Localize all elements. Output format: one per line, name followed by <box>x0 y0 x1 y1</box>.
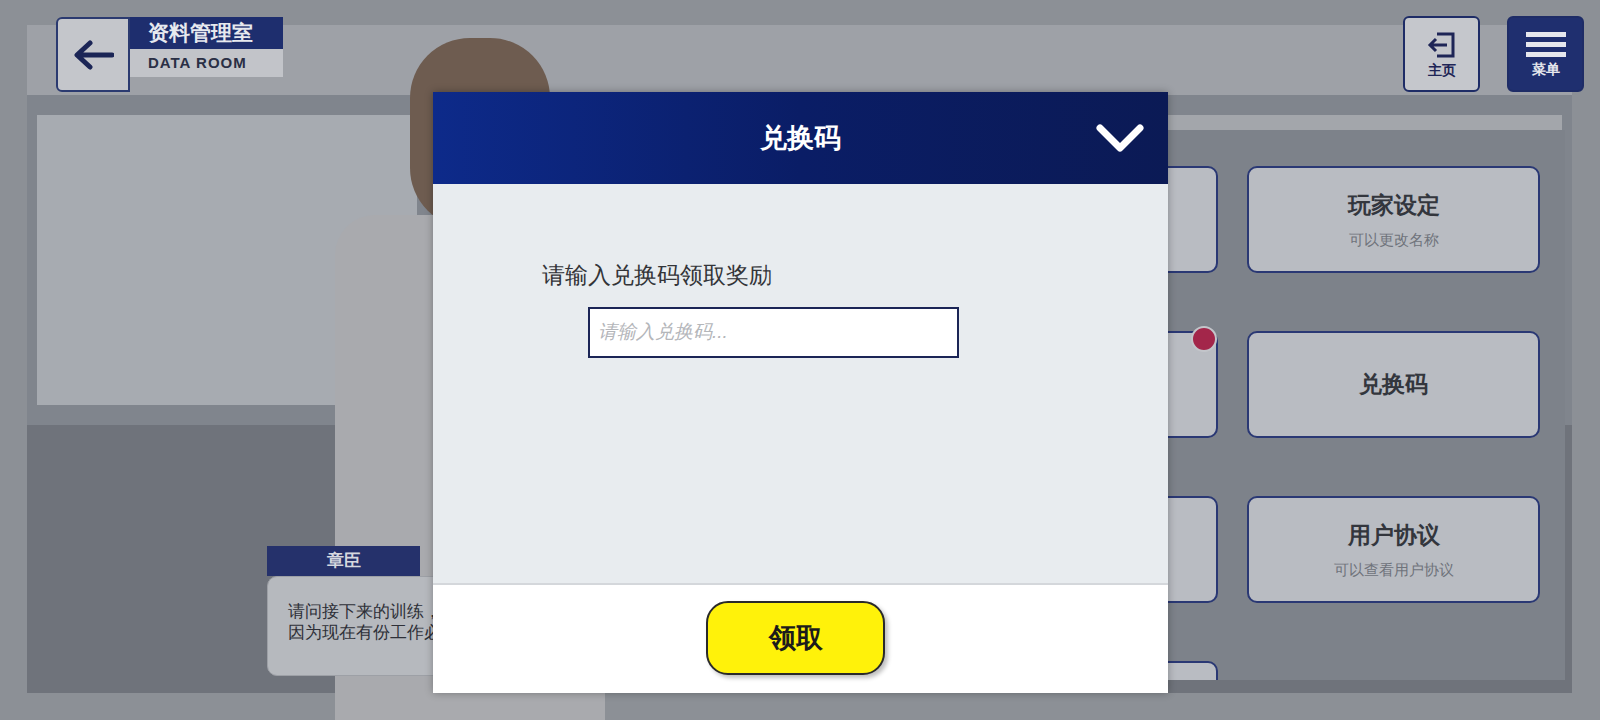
redeem-button[interactable]: 领取 <box>706 601 885 675</box>
menu-card[interactable]: 用户协议可以查看用户协议 <box>1247 496 1540 603</box>
title-plate: 资料管理室DATA ROOM <box>130 17 283 92</box>
chevron-down-icon <box>1095 123 1145 153</box>
menu-card[interactable]: 兑换码 <box>1247 331 1540 438</box>
modal-header: 兑换码 <box>433 92 1168 184</box>
home-button[interactable]: 主页 <box>1403 16 1480 92</box>
header-bar: 资料管理室DATA ROOM <box>56 17 283 92</box>
notification-dot <box>1191 326 1217 352</box>
top-buttons: 主页菜单 <box>1403 16 1584 92</box>
modal-body: 请输入兑换码领取奖励 <box>433 184 1168 583</box>
home-exit-icon <box>1427 31 1457 59</box>
hamburger-icon <box>1526 32 1566 58</box>
modal-footer: 领取 <box>433 583 1168 693</box>
menu-card[interactable]: 玩家设定可以更改名称 <box>1247 166 1540 273</box>
menu-button[interactable]: 菜单 <box>1507 16 1584 92</box>
redeem-code-input[interactable] <box>588 307 959 358</box>
game-screen: 资料管理室DATA ROOM主页菜单玩家设定可以更改名称兑换码用户协议可以查看用… <box>0 0 1600 720</box>
back-button[interactable] <box>56 17 130 92</box>
modal-title: 兑换码 <box>760 118 841 159</box>
room-title: 资料管理室 <box>130 17 283 49</box>
back-arrow-icon <box>72 40 114 70</box>
redeem-prompt: 请输入兑换码领取奖励 <box>542 258 1168 293</box>
speaker-name: 章臣 <box>267 546 420 576</box>
close-button[interactable] <box>1094 118 1146 158</box>
room-subtitle: DATA ROOM <box>130 49 283 77</box>
redeem-modal: 兑换码请输入兑换码领取奖励领取 <box>433 92 1168 693</box>
